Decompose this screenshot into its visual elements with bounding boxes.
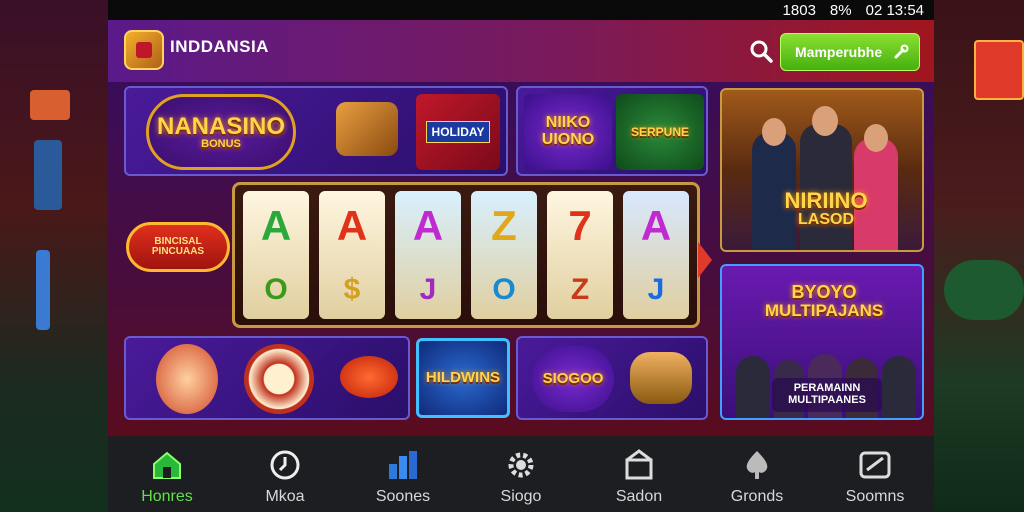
promo-title: NIRIINO LASOD [746,182,906,236]
cta-label: Mamperubhe [795,44,883,60]
app-bar: INDDANSIA Mamperubhe [108,20,934,82]
jackpot-badge[interactable]: BINCISAL PINCUAAS [126,222,230,272]
reel-symbol-bottom: J [419,273,437,306]
game-tile-nanasino[interactable]: NANASINO BONUS [146,94,296,170]
person-head [864,124,888,152]
brand-name: INDDANSIA [170,37,269,56]
nav-item-soomns[interactable]: Soomns [816,436,934,512]
ticket-icon [859,451,891,479]
clock-icon [270,450,300,480]
nav-label: Soones [375,488,431,505]
nav-label: Soomns [845,488,905,505]
table-games-panel: SIOGOO [516,336,708,420]
signal-text: 1803 [782,1,816,19]
promo-title-text: BYOYO [791,281,857,302]
promo-games-panel: NIIKO UIONO SERPUNE [516,86,708,176]
promo-title: BYOYO MULTIPAJANS [730,274,918,328]
reel-symbol-top: Z [491,202,517,249]
reel-symbol-bottom: $ [343,273,361,306]
chart-icon [389,451,417,479]
person-head [812,106,838,136]
game-subtitle: BONUS [201,137,241,150]
reel-symbol-bottom: Z [570,273,590,306]
status-bar: 1803 8% 02 13:54 [108,0,934,20]
slot-wheel-icon[interactable] [244,344,314,414]
reel-symbol-bottom: J [647,273,665,306]
nav-label: Sadon [615,488,663,505]
bottom-nav: Honres Mkoa Soones Siogo Sadon Gronds Soomns [108,436,934,512]
treasure-bowl-icon[interactable] [630,352,692,404]
spade-icon [746,451,768,479]
featured-games-panel: NANASINO BONUS HOLIDAY [124,86,508,176]
slot-reel: A $ [319,191,385,319]
slot-machine-screen [36,250,50,330]
slot-reel: 7Z [547,191,613,319]
battery-text: 8% [829,1,852,19]
game-lobby: NANASINO BONUS HOLIDAY NIIKO UIONO SERPU… [108,82,934,436]
slot-reel: AO [243,191,309,319]
slot-machine-glow [30,90,70,120]
nav-item-siogo[interactable]: Siogo [462,436,580,512]
treasure-cup-icon[interactable] [336,102,398,156]
game-badge: HOLIDAY [425,120,491,144]
promo-title-text: NIRIINO [784,188,868,214]
nav-item-soones[interactable]: Soones [344,436,462,512]
chips-icon[interactable] [340,356,398,398]
slot-reel: AJ [623,191,689,319]
clock-text: 02 13:54 [865,1,924,19]
home-icon [153,451,181,479]
nav-label: Siogo [500,488,542,505]
promo-caption: PERAMAINN MULTIPAANES [772,378,882,412]
reel-symbol-bottom: O [492,273,516,306]
game-tile-hildwins[interactable]: HILDWINS [416,338,510,418]
mascot-icon[interactable] [156,344,218,414]
cta-button[interactable]: Mamperubhe [780,33,920,71]
reel-symbol-top: A [260,202,292,249]
nav-label: Mkoa [265,488,305,505]
shop-icon [625,449,653,480]
promo-subtitle-text: LASOD [798,211,854,229]
reel-symbol-bottom: O [264,273,288,306]
reel-symbol-top: A [412,202,444,249]
promo-caption-line: MULTIPAANES [788,394,866,406]
reel-symbol-top: A [640,202,672,249]
game-tile-siogoo[interactable]: SIOGOO [532,346,614,412]
card-table [944,260,1024,320]
person-figure [736,356,770,418]
slot-reels[interactable]: A O A $ A J Z O 7 Z A J [232,182,700,328]
nav-label: Gronds [730,488,784,505]
next-arrow-icon[interactable] [698,242,712,278]
background-casino-right [934,0,1024,512]
gear-icon [508,452,534,478]
neon-sign [974,40,1024,100]
promo-banner-bottom[interactable]: BYOYO MULTIPAJANS PERAMAINN MULTIPAANES [720,264,924,420]
wrench-icon [894,44,909,59]
reel-symbol-top: 7 [568,202,592,249]
nav-item-mkoa[interactable]: Mkoa [226,436,344,512]
game-title: NANASINO [156,112,285,140]
nav-item-gronds[interactable]: Gronds [698,436,816,512]
slot-reel: ZO [471,191,537,319]
game-tile-niiko[interactable]: NIIKO UIONO [524,94,612,170]
game-tile-holiday[interactable]: HOLIDAY [416,94,500,170]
slot-reel: AJ [395,191,461,319]
nav-item-honres[interactable]: Honres [108,436,226,512]
reel-symbol-top: A [336,202,368,249]
phone-screen: 1803 8% 02 13:54 INDDANSIA Mamperubhe NA… [108,0,934,512]
app-logo-icon[interactable] [124,30,164,70]
promo-banner-top[interactable]: NIRIINO LASOD [720,88,924,252]
person-head [762,118,786,146]
slot-machine-screen [34,140,62,210]
background-casino-left [0,0,108,512]
nav-item-sadon[interactable]: Sadon [580,436,698,512]
person-figure [882,356,916,418]
nav-label: Honres [141,488,193,505]
classic-games-panel [124,336,410,420]
promo-subtitle-text: MULTIPAJANS [764,300,884,320]
search-icon[interactable] [748,38,774,64]
game-tile-serpune[interactable]: SERPUNE [616,94,704,170]
